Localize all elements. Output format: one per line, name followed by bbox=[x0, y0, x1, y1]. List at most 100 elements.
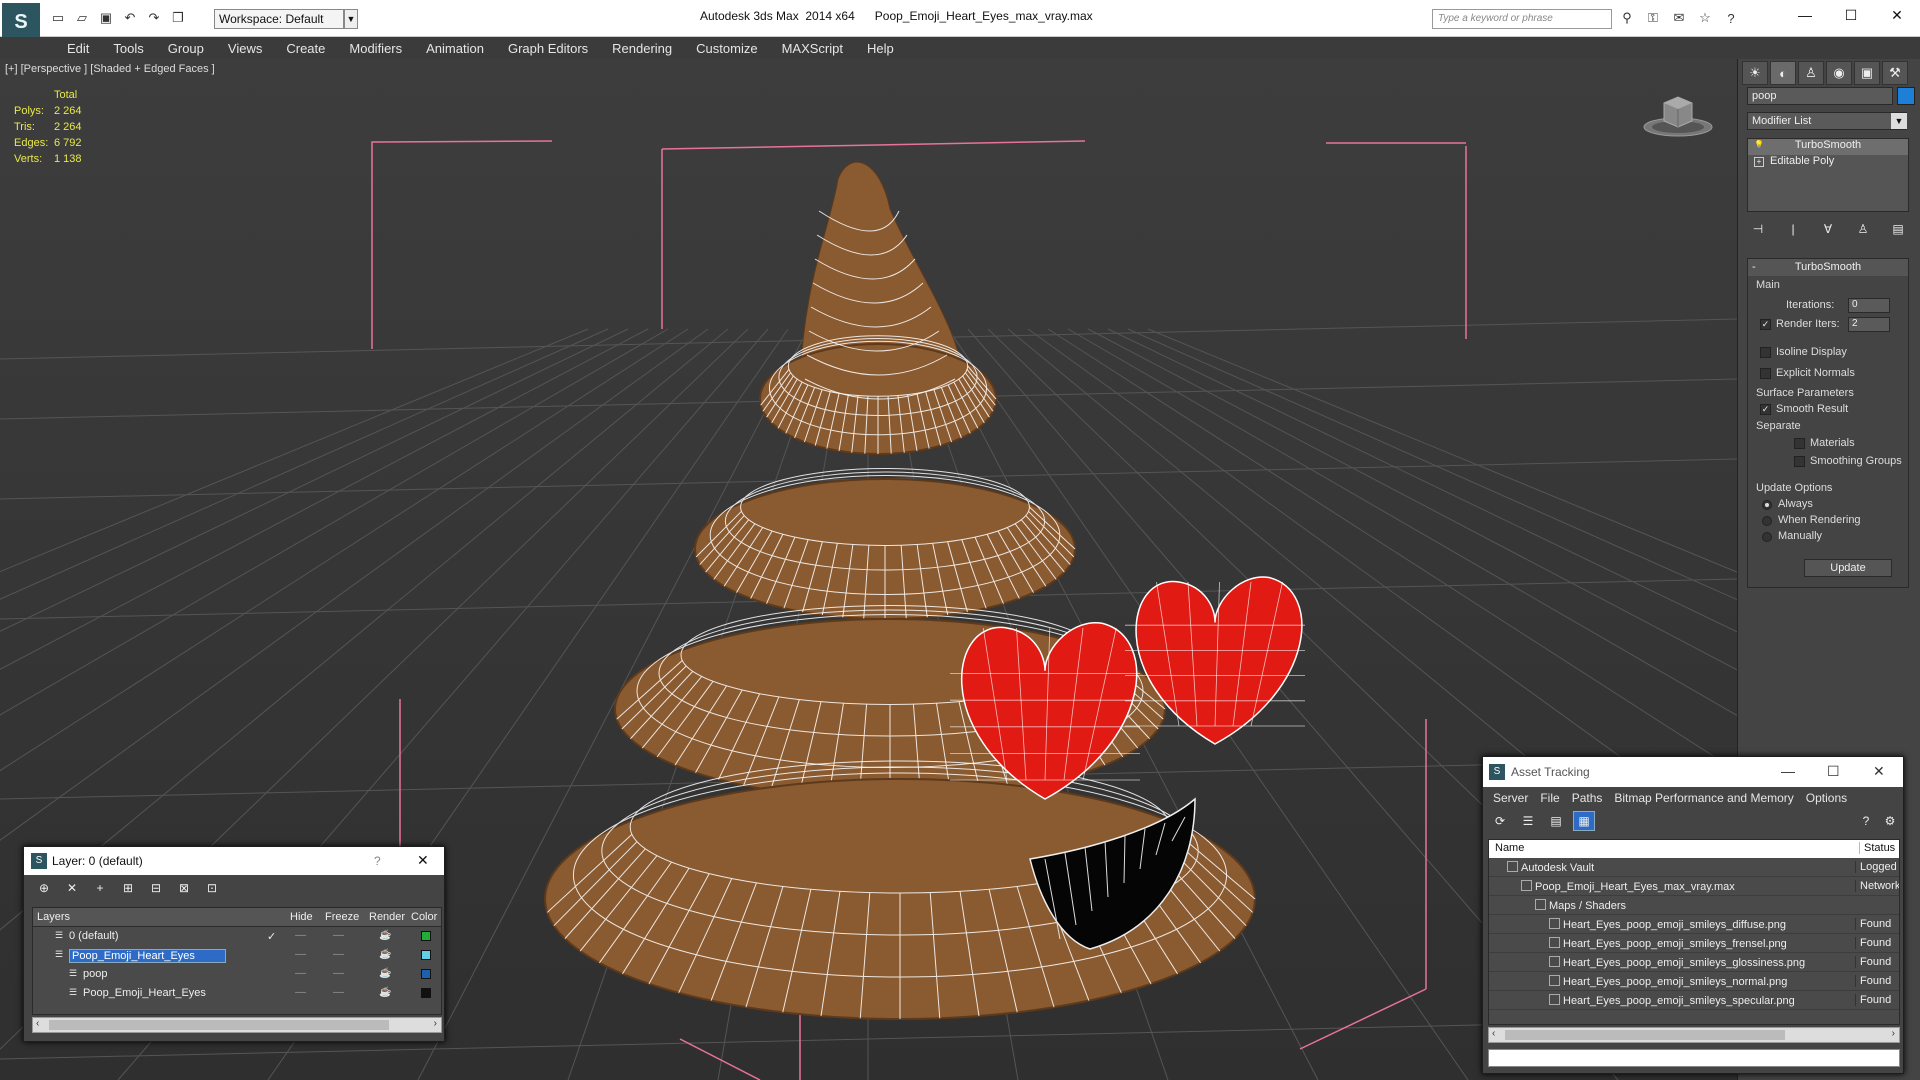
asset-row[interactable]: Heart_Eyes_poop_emoji_smileys_specular.p… bbox=[1489, 991, 1899, 1010]
help-icon[interactable]: ? bbox=[1855, 811, 1877, 831]
minimize-button[interactable]: — bbox=[1781, 763, 1795, 779]
menu-customize[interactable]: Customize bbox=[684, 37, 769, 59]
remove-modifier-icon[interactable]: ♙ bbox=[1852, 219, 1874, 239]
create-layer-icon[interactable]: ⊕ bbox=[34, 879, 54, 897]
viewport-label[interactable]: [+] [Perspective ] [Shaded + Edged Faces… bbox=[5, 63, 215, 75]
freeze-toggle[interactable]: ‒‒ bbox=[333, 930, 344, 941]
maximize-button[interactable]: ☐ bbox=[1827, 763, 1840, 780]
asset-row[interactable]: Heart_Eyes_poop_emoji_smileys_diffuse.pn… bbox=[1489, 915, 1899, 934]
layer-row[interactable]: ☰ poop ‒‒ ‒‒ ☕ bbox=[33, 965, 441, 984]
table-view-icon[interactable]: ▦ bbox=[1573, 811, 1595, 831]
highlight-layer-icon[interactable]: ⊟ bbox=[146, 879, 166, 897]
layer-dialog-titlebar[interactable]: S Layer: 0 (default) ? ✕ bbox=[24, 847, 444, 875]
scroll-left-icon[interactable]: ‹ bbox=[36, 1018, 39, 1029]
smoothing-groups-checkbox[interactable] bbox=[1794, 456, 1805, 467]
layer-color-swatch[interactable] bbox=[421, 988, 431, 998]
show-end-result-icon[interactable]: | bbox=[1782, 219, 1804, 239]
scroll-left-icon[interactable]: ‹ bbox=[1492, 1028, 1495, 1039]
smooth-result-checkbox[interactable]: ✓ bbox=[1760, 404, 1771, 415]
workspace-dropdown-arrow[interactable]: ▼ bbox=[344, 9, 358, 29]
layer-color-swatch[interactable] bbox=[421, 950, 431, 960]
save-icon[interactable]: ▣ bbox=[96, 8, 116, 28]
layer-color-swatch[interactable] bbox=[421, 969, 431, 979]
pin-stack-icon[interactable]: ⊣ bbox=[1747, 219, 1769, 239]
when-rendering-radio[interactable] bbox=[1762, 516, 1772, 526]
horizontal-scrollbar[interactable]: ‹ › bbox=[1488, 1027, 1900, 1043]
column-name[interactable]: Name bbox=[1495, 842, 1524, 854]
at-menu-options[interactable]: Options bbox=[1800, 787, 1853, 809]
stack-item-turbosmooth[interactable]: 💡 TurboSmooth bbox=[1748, 139, 1908, 155]
asset-row[interactable]: Poop_Emoji_Heart_Eyes_max_vray.max Networ… bbox=[1489, 877, 1899, 896]
create-tab-icon[interactable]: ☀ bbox=[1742, 61, 1768, 85]
always-radio[interactable] bbox=[1762, 500, 1772, 510]
asset-row[interactable]: Maps / Shaders bbox=[1489, 896, 1899, 915]
hide-toggle[interactable]: ‒‒ bbox=[295, 968, 306, 979]
menu-edit[interactable]: Edit bbox=[55, 37, 101, 59]
at-menu-server[interactable]: Server bbox=[1487, 787, 1534, 809]
motion-tab-icon[interactable]: ◉ bbox=[1826, 61, 1852, 85]
viewcube-icon[interactable] bbox=[1640, 89, 1716, 139]
display-tab-icon[interactable]: ▣ bbox=[1854, 61, 1880, 85]
render-teapot-icon[interactable]: ☕ bbox=[379, 930, 391, 941]
menu-views[interactable]: Views bbox=[216, 37, 274, 59]
asset-row[interactable]: Heart_Eyes_poop_emoji_smileys_normal.png… bbox=[1489, 972, 1899, 991]
utilities-tab-icon[interactable]: ⚒ bbox=[1882, 61, 1908, 85]
open-file-icon[interactable]: ▱ bbox=[72, 8, 92, 28]
menu-rendering[interactable]: Rendering bbox=[600, 37, 684, 59]
column-freeze[interactable]: Freeze bbox=[325, 911, 359, 923]
freeze-all-icon[interactable]: ⊡ bbox=[202, 879, 222, 897]
menu-maxscript[interactable]: MAXScript bbox=[770, 37, 855, 59]
add-to-layer-icon[interactable]: + bbox=[90, 879, 110, 897]
at-menu-bitmap-performance-and-memory[interactable]: Bitmap Performance and Memory bbox=[1608, 787, 1799, 809]
chevron-down-icon[interactable]: ▼ bbox=[1891, 113, 1907, 129]
render-teapot-icon[interactable]: ☕ bbox=[379, 968, 391, 979]
freeze-toggle[interactable]: ‒‒ bbox=[333, 987, 344, 998]
redo-icon[interactable]: ↷ bbox=[144, 8, 164, 28]
render-iters-spinner[interactable]: 2 bbox=[1848, 317, 1890, 332]
asset-row[interactable]: Heart_Eyes_poop_emoji_smileys_glossiness… bbox=[1489, 953, 1899, 972]
explicit-normals-checkbox[interactable] bbox=[1760, 368, 1771, 379]
column-color[interactable]: Color bbox=[411, 911, 437, 923]
close-button[interactable]: ✕ bbox=[417, 852, 429, 869]
manually-radio[interactable] bbox=[1762, 532, 1772, 542]
menu-graph-editors[interactable]: Graph Editors bbox=[496, 37, 600, 59]
search-input[interactable]: Type a keyword or phrase bbox=[1432, 9, 1612, 29]
help-button[interactable]: ? bbox=[374, 854, 381, 868]
asset-row[interactable]: Heart_Eyes_poop_emoji_smileys_frensel.pn… bbox=[1489, 934, 1899, 953]
menu-tools[interactable]: Tools bbox=[101, 37, 155, 59]
select-in-layer-icon[interactable]: ⊞ bbox=[118, 879, 138, 897]
asset-row[interactable]: Autodesk Vault Logged O bbox=[1489, 858, 1899, 877]
layer-row[interactable]: ☰ Poop_Emoji_Heart_Eyes ‒‒ ‒‒ ☕ bbox=[33, 946, 441, 965]
configure-modifier-sets-icon[interactable]: ▤ bbox=[1887, 219, 1909, 239]
workspace-select[interactable]: Workspace: Default bbox=[214, 9, 344, 29]
modify-tab-icon[interactable]: ◐ bbox=[1770, 61, 1796, 85]
minimize-button[interactable]: — bbox=[1782, 0, 1828, 30]
layer-row[interactable]: ☰ 0 (default) ✓ ‒‒ ‒‒ ☕ bbox=[33, 927, 441, 946]
maximize-button[interactable]: ☐ bbox=[1828, 0, 1874, 30]
menu-group[interactable]: Group bbox=[156, 37, 216, 59]
hide-toggle[interactable]: ‒‒ bbox=[295, 930, 306, 941]
app-logo-button[interactable]: S bbox=[2, 3, 40, 41]
hierarchy-tab-icon[interactable]: ♙ bbox=[1798, 61, 1824, 85]
help-icon[interactable]: ? bbox=[1722, 9, 1740, 27]
asset-path-field[interactable] bbox=[1488, 1049, 1900, 1067]
column-layers[interactable]: Layers bbox=[37, 911, 70, 923]
binoculars-icon[interactable]: ⚲ bbox=[1618, 9, 1636, 27]
freeze-toggle[interactable]: ‒‒ bbox=[333, 949, 344, 960]
column-status[interactable]: Status bbox=[1859, 842, 1895, 854]
close-button[interactable]: ✕ bbox=[1874, 0, 1920, 30]
menu-create[interactable]: Create bbox=[274, 37, 337, 59]
at-menu-paths[interactable]: Paths bbox=[1566, 787, 1609, 809]
render-teapot-icon[interactable]: ☕ bbox=[379, 949, 391, 960]
asset-tracking-titlebar[interactable]: S Asset Tracking — ☐ ✕ bbox=[1483, 757, 1903, 787]
rollout-header[interactable]: - TurboSmooth bbox=[1748, 259, 1908, 276]
collapse-icon[interactable]: - bbox=[1752, 259, 1756, 276]
settings-icon[interactable]: ⚙ bbox=[1879, 811, 1901, 831]
favorites-star-icon[interactable]: ☆ bbox=[1696, 9, 1714, 27]
scrollbar-thumb[interactable] bbox=[1505, 1030, 1785, 1040]
hide-toggle[interactable]: ‒‒ bbox=[295, 987, 306, 998]
render-iters-checkbox[interactable]: ✓ bbox=[1760, 319, 1771, 330]
freeze-toggle[interactable]: ‒‒ bbox=[333, 968, 344, 979]
make-unique-icon[interactable]: ∀ bbox=[1817, 219, 1839, 239]
delete-layer-icon[interactable]: ✕ bbox=[62, 879, 82, 897]
